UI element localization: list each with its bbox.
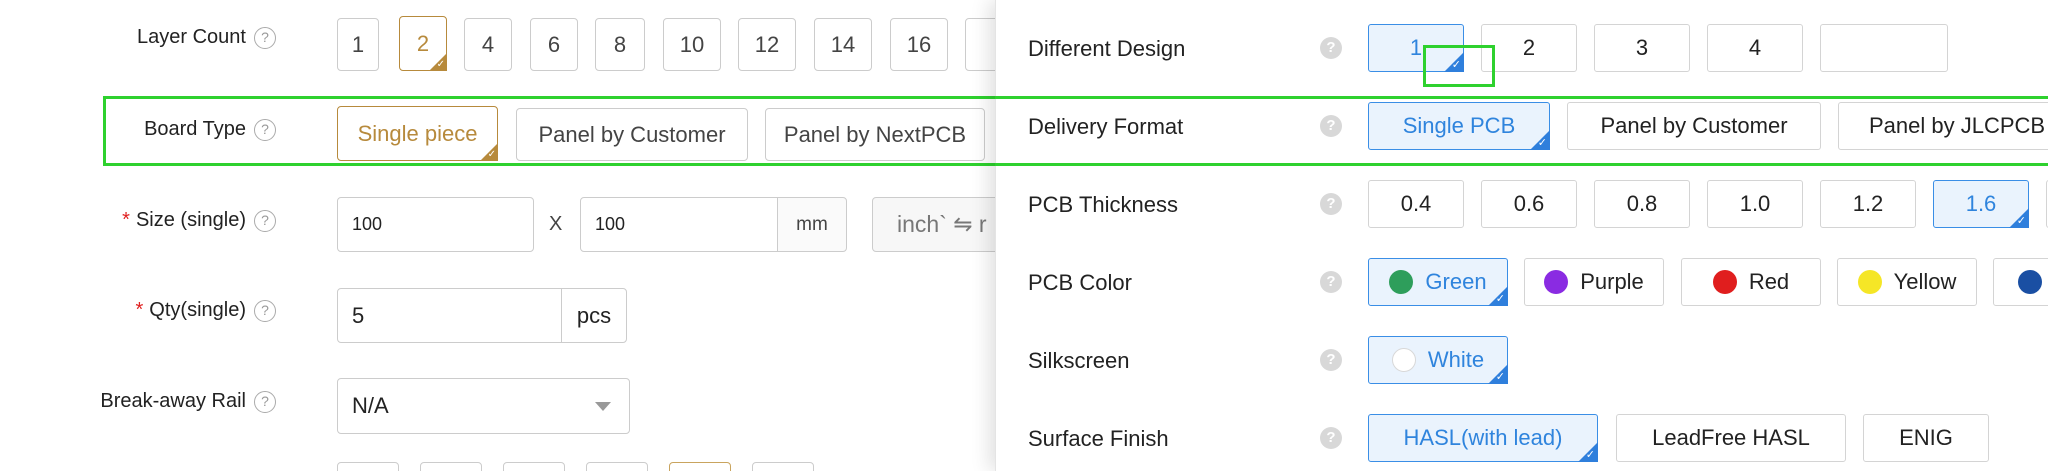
thickness-option-0.4[interactable]: 0.4: [1368, 180, 1464, 228]
chevron-down-icon: [595, 402, 611, 411]
layer-count-option-12[interactable]: 12: [738, 18, 796, 71]
color-option-label: Green: [1425, 269, 1487, 294]
board-type-panel-by-customer[interactable]: Panel by Customer: [516, 108, 748, 161]
size-height-input[interactable]: 100: [580, 197, 778, 252]
help-icon[interactable]: ?: [1320, 271, 1342, 293]
different-design-option-4[interactable]: 4: [1707, 24, 1803, 72]
pcb-thickness-label: PCB Thickness: [1028, 192, 1178, 217]
layer-count-label: Layer Count?: [80, 26, 276, 49]
thickness-option-1.2[interactable]: 1.2: [1820, 180, 1916, 228]
next-row-option[interactable]: [669, 462, 731, 471]
surface-finish-label: Surface Finish: [1028, 426, 1169, 451]
qty-unit: pcs: [561, 288, 627, 343]
surface-finish-hasl-with-lead[interactable]: HASL(with lead): [1368, 414, 1598, 462]
silkscreen-option-white[interactable]: White: [1368, 336, 1508, 384]
yellow-swatch: [1857, 270, 1882, 294]
color-option-green[interactable]: Green: [1368, 258, 1508, 306]
color-option-label: Yellow: [1893, 269, 1957, 294]
different-design-label: Different Design: [1028, 36, 1186, 61]
board-type-single-piece[interactable]: Single piece: [337, 106, 498, 161]
delivery-format-single-pcb[interactable]: Single PCB: [1368, 102, 1550, 150]
white-swatch: [1391, 348, 1416, 372]
next-row-option[interactable]: [337, 462, 399, 471]
board-type-label: Board Type?: [80, 118, 276, 141]
thickness-option-1.6[interactable]: 1.6: [1933, 180, 2029, 228]
help-icon[interactable]: ?: [254, 299, 276, 322]
different-design-option-2[interactable]: 2: [1481, 24, 1577, 72]
layer-count-option-1[interactable]: 1: [337, 18, 379, 71]
layer-count-option-10[interactable]: 10: [663, 18, 721, 71]
delivery-format-label: Delivery Format: [1028, 114, 1184, 139]
size-label: * Size (single)?: [60, 209, 276, 232]
delivery-format-panel-by-customer[interactable]: Panel by Customer: [1567, 102, 1821, 150]
layer-count-option-8[interactable]: 8: [595, 18, 645, 71]
qty-label: * Qty(single)?: [60, 299, 276, 322]
break-away-rail-label: Break-away Rail?: [40, 390, 276, 413]
board-type-label-text: Board Type: [144, 118, 246, 140]
right-order-form: Different Design ? 1 2 3 4 Delivery Form…: [995, 0, 2048, 471]
color-option-label: Purple: [1580, 269, 1644, 294]
silkscreen-label: Silkscreen: [1028, 348, 1130, 373]
break-away-rail-value: N/A: [352, 393, 389, 418]
different-design-custom-input[interactable]: [1820, 24, 1948, 72]
next-row-option[interactable]: [586, 462, 648, 471]
help-icon[interactable]: ?: [254, 390, 276, 413]
help-icon[interactable]: ?: [1320, 115, 1342, 137]
qty-input[interactable]: 5: [337, 288, 562, 343]
delivery-format-panel-by-jlcpcb[interactable]: Panel by JLCPCB: [1838, 102, 2048, 150]
break-away-rail-select[interactable]: N/A: [337, 378, 630, 434]
layer-count-option-6[interactable]: 6: [530, 18, 578, 71]
board-type-panel-by-nextpcb[interactable]: Panel by NextPCB: [765, 108, 985, 161]
qty-label-text: Qty(single): [149, 299, 246, 321]
different-design-option-1[interactable]: 1: [1368, 24, 1464, 72]
red-swatch: [1712, 270, 1737, 294]
left-order-form: Layer Count? 1 2 4 6 8 10 12 14 16 1 Boa…: [0, 0, 1023, 471]
color-option-blue[interactable]: [1993, 258, 2048, 306]
next-row-option[interactable]: [503, 462, 565, 471]
blue-swatch: [2018, 270, 2042, 294]
green-swatch: [1389, 270, 1414, 294]
color-option-yellow[interactable]: Yellow: [1837, 258, 1977, 306]
color-option-label: Red: [1748, 269, 1790, 294]
help-icon[interactable]: ?: [254, 118, 276, 141]
size-label-text: Size (single): [135, 209, 246, 231]
layer-count-option-14[interactable]: 14: [814, 18, 872, 71]
different-design-option-3[interactable]: 3: [1594, 24, 1690, 72]
help-icon[interactable]: ?: [1320, 427, 1342, 449]
required-mark: *: [122, 209, 130, 231]
color-option-red[interactable]: Red: [1681, 258, 1821, 306]
next-row-option[interactable]: [420, 462, 482, 471]
color-option-purple[interactable]: Purple: [1524, 258, 1664, 306]
required-mark: *: [135, 299, 144, 321]
help-icon[interactable]: ?: [1320, 37, 1342, 59]
help-icon[interactable]: ?: [254, 209, 276, 232]
unit-toggle-button[interactable]: inch` ⇋ r: [872, 197, 1012, 252]
layer-count-option-2[interactable]: 2: [399, 16, 447, 71]
help-icon[interactable]: ?: [1320, 193, 1342, 215]
size-width-input[interactable]: 100: [337, 197, 534, 252]
surface-finish-enig[interactable]: ENIG: [1863, 414, 1989, 462]
layer-count-option-4[interactable]: 4: [464, 18, 512, 71]
size-unit: mm: [777, 197, 847, 252]
break-away-rail-label-text: Break-away Rail: [100, 390, 246, 412]
purple-swatch: [1544, 270, 1569, 294]
size-separator: X: [549, 213, 563, 235]
surface-finish-leadfree-hasl[interactable]: LeadFree HASL: [1616, 414, 1846, 462]
help-icon[interactable]: ?: [254, 26, 276, 49]
next-row-option[interactable]: [752, 462, 814, 471]
pcb-color-label: PCB Color: [1028, 270, 1132, 295]
layer-count-label-text: Layer Count: [137, 26, 246, 48]
thickness-option-0.8[interactable]: 0.8: [1594, 180, 1690, 228]
thickness-option-0.6[interactable]: 0.6: [1481, 180, 1577, 228]
thickness-option-1.0[interactable]: 1.0: [1707, 180, 1803, 228]
help-icon[interactable]: ?: [1320, 349, 1342, 371]
layer-count-option-16[interactable]: 16: [890, 18, 948, 71]
silkscreen-option-label: White: [1427, 347, 1485, 372]
